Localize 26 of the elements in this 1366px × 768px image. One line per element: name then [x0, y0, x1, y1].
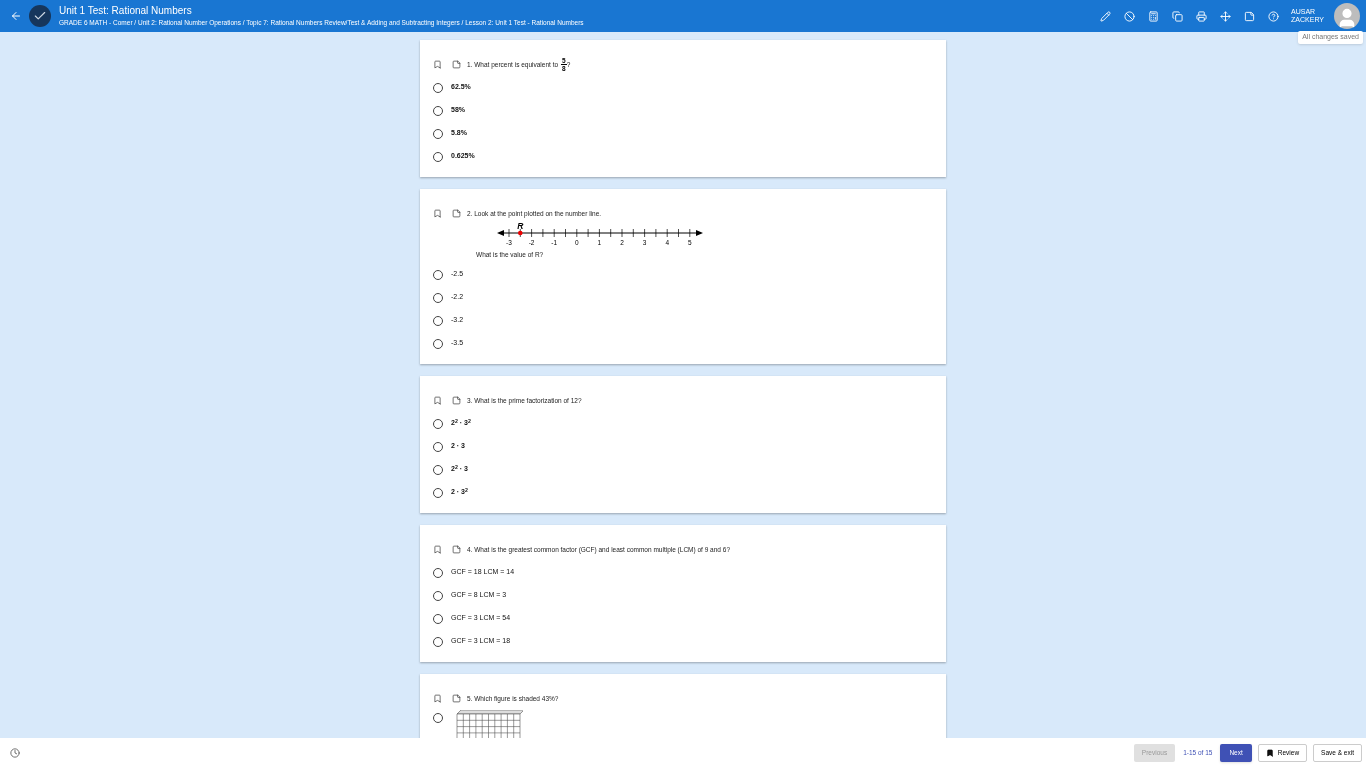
note-icon[interactable]	[452, 396, 461, 405]
bookmark-icon[interactable]	[433, 209, 442, 218]
print-icon[interactable]	[1194, 9, 1209, 23]
bookmark-icon[interactable]	[433, 694, 442, 703]
bookmark-icon[interactable]	[433, 396, 442, 405]
block-icon[interactable]	[1122, 9, 1137, 23]
bookmark-icon[interactable]	[433, 60, 442, 69]
copy-icon[interactable]	[1170, 9, 1185, 23]
pencil-icon[interactable]	[1098, 9, 1113, 23]
point-label: R	[517, 222, 524, 231]
plotted-point	[518, 230, 523, 236]
note-icon[interactable]	[452, 209, 461, 218]
note-icon[interactable]	[452, 60, 461, 69]
note-icon[interactable]	[452, 545, 461, 554]
logo-icon	[29, 5, 51, 27]
bookmark-icon[interactable]	[433, 545, 442, 554]
help-icon[interactable]	[1266, 9, 1281, 23]
back-button[interactable]	[10, 10, 22, 22]
note-icon[interactable]	[452, 694, 461, 703]
clock-icon	[10, 748, 20, 758]
test-title: Unit 1 Test: Rational Numbers	[59, 4, 193, 17]
sticky-note-icon[interactable]	[1242, 9, 1257, 23]
bookmark-icon	[1265, 749, 1274, 757]
move-icon[interactable]	[1218, 9, 1233, 23]
calculator-icon[interactable]	[1146, 9, 1161, 23]
avatar-button[interactable]	[1334, 3, 1360, 29]
